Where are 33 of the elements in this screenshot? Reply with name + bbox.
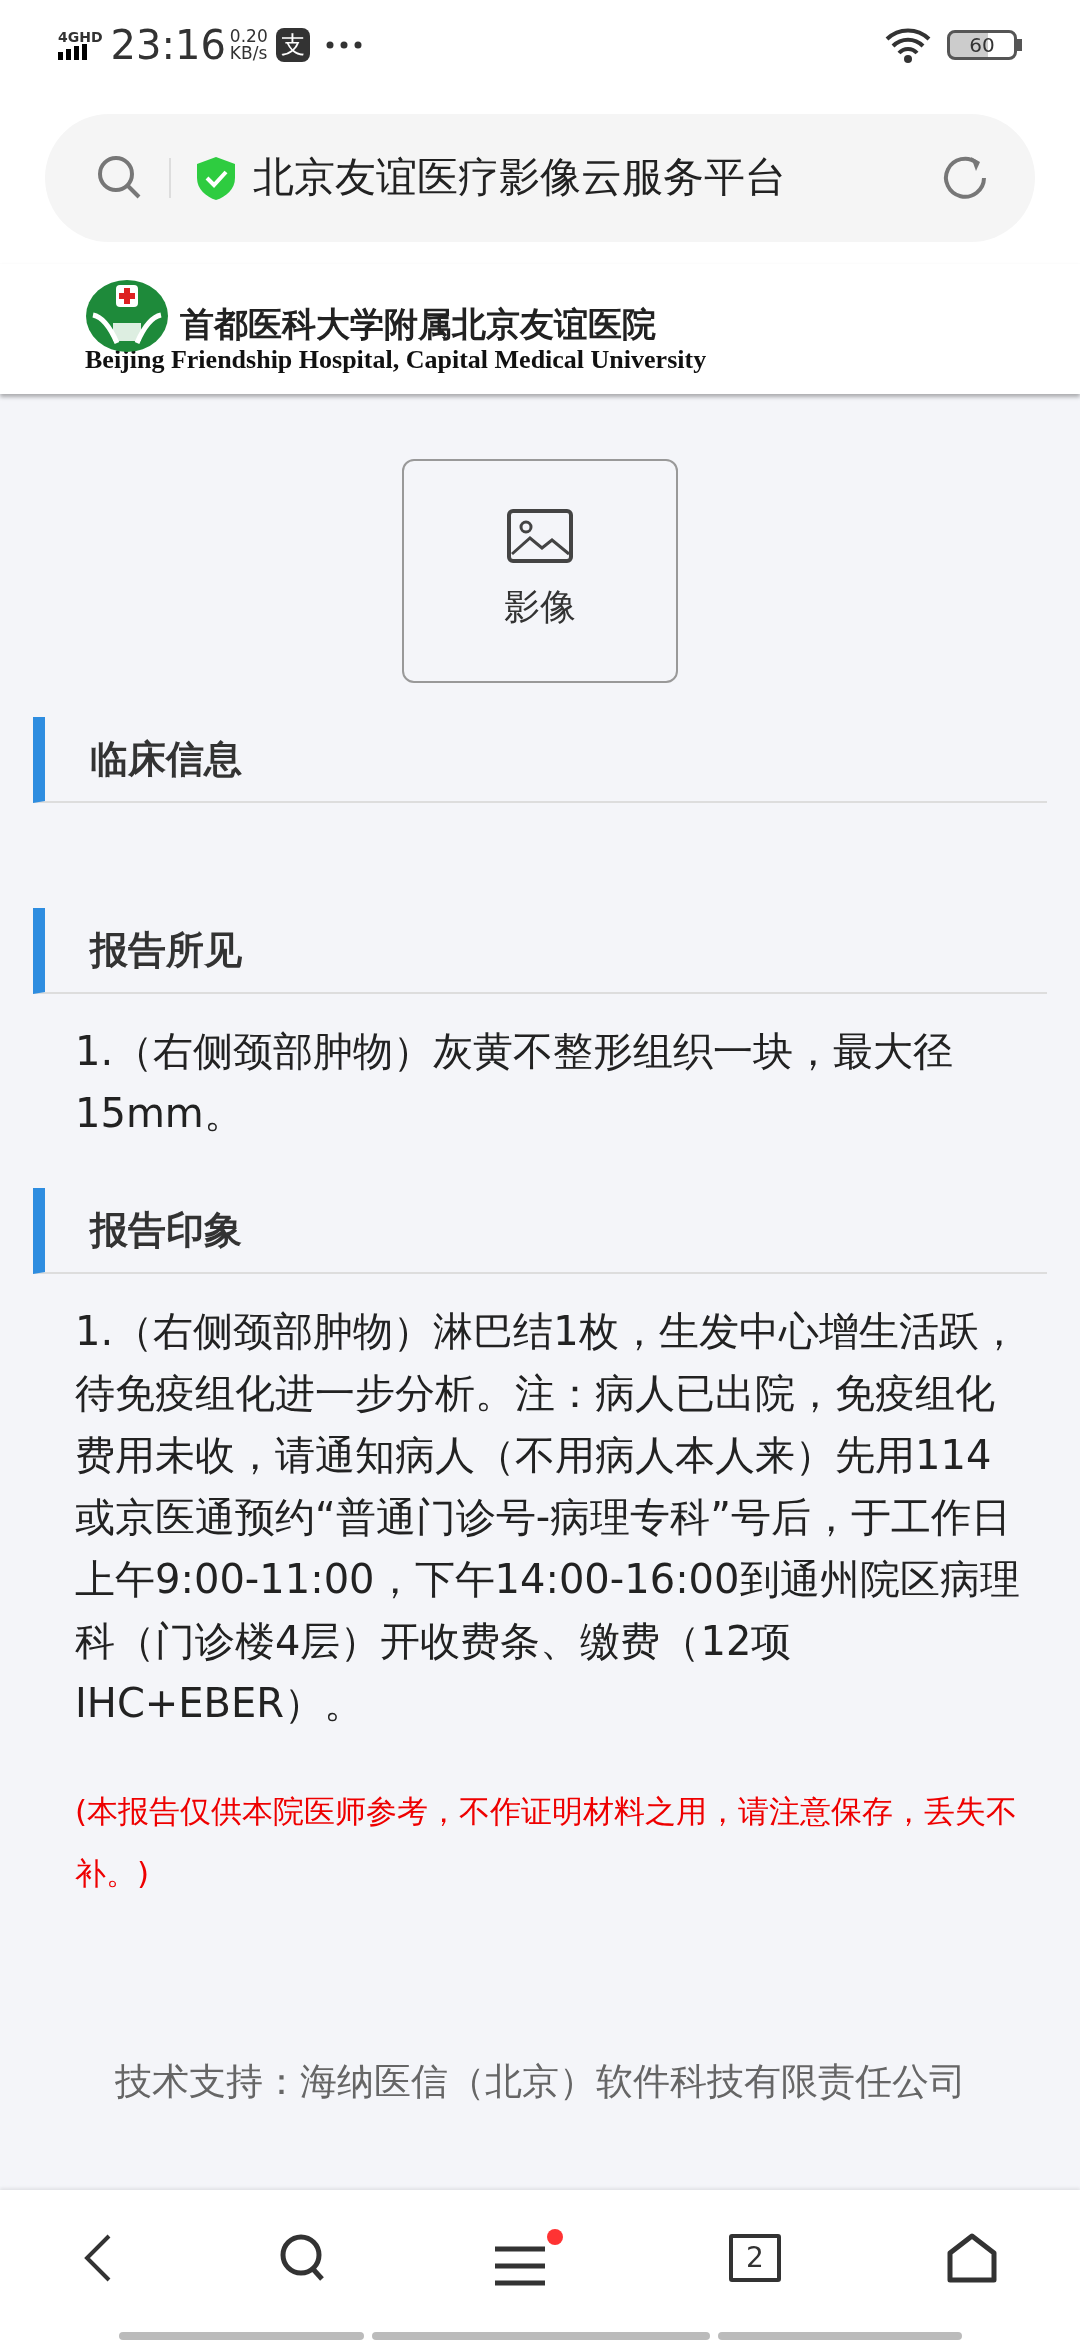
- disclaimer-text: (本报告仅供本院医师参考，不作证明材料之用，请注意保存，丢失不补。): [74, 1792, 1019, 1893]
- section-heading: 临床信息: [33, 717, 1047, 803]
- section-heading: 报告印象: [33, 1188, 1047, 1274]
- back-icon: [83, 2233, 113, 2283]
- menu-button[interactable]: [493, 2229, 563, 2287]
- hospital-name: 首都医科大学附属北京友谊医院: [180, 306, 656, 344]
- footer-text: 技术支持：海纳医信（北京）软件科技有限责任公司: [113, 2059, 967, 2105]
- section-heading: 报告所见: [33, 908, 1047, 994]
- report-text: 1.（右侧颈部肿物）灰黄不整形组织一块，最大径15mm。: [74, 1027, 955, 1138]
- speed-unit: KB/s: [229, 45, 268, 62]
- search-button[interactable]: [279, 2233, 327, 2283]
- back-button[interactable]: [83, 2233, 113, 2283]
- battery-tip-icon: [1017, 39, 1022, 51]
- address-bar[interactable]: 北京友谊医疗影像云服务平台: [45, 114, 1035, 242]
- network-label: HD: [79, 30, 103, 44]
- home-button[interactable]: [947, 2233, 997, 2283]
- home-icon: [947, 2233, 997, 2283]
- wifi-icon: [885, 27, 931, 63]
- more-icon: [325, 41, 362, 49]
- menu-icon: [493, 2245, 547, 2287]
- page-title: 北京友谊医疗影像云服务平台: [253, 152, 787, 204]
- image-button[interactable]: 影像: [402, 459, 678, 683]
- network-speed: 0.20: [229, 28, 268, 45]
- app-notification-icon: 支: [275, 28, 310, 62]
- image-icon: [506, 508, 574, 564]
- clock: 23:16: [110, 21, 226, 70]
- tabs-button[interactable]: 2: [729, 2234, 781, 2282]
- network-label: 4G: [58, 30, 80, 44]
- report-text: 1.（右侧颈部肿物）淋巴结1枚，生发中心增生活跃，待免疫组化进一步分析。注：病人已出院，免疫组化费用未收，请通知病人（不用病人本人来）先用114或京医通预约“普通门诊号-病理专科”号后，于工作日上午9:00-11:00，下午14:00-16:00到通州院区病理科（门诊楼4层）开收费条、缴费（12项IHC+EBER）。: [74, 1307, 1021, 1728]
- search-icon: [279, 2233, 327, 2283]
- hospital-english-name: Beijing Friendship Hospital, Capital Medical University: [85, 347, 708, 374]
- signal-icon: [58, 44, 88, 60]
- battery-icon: 60: [947, 30, 1017, 60]
